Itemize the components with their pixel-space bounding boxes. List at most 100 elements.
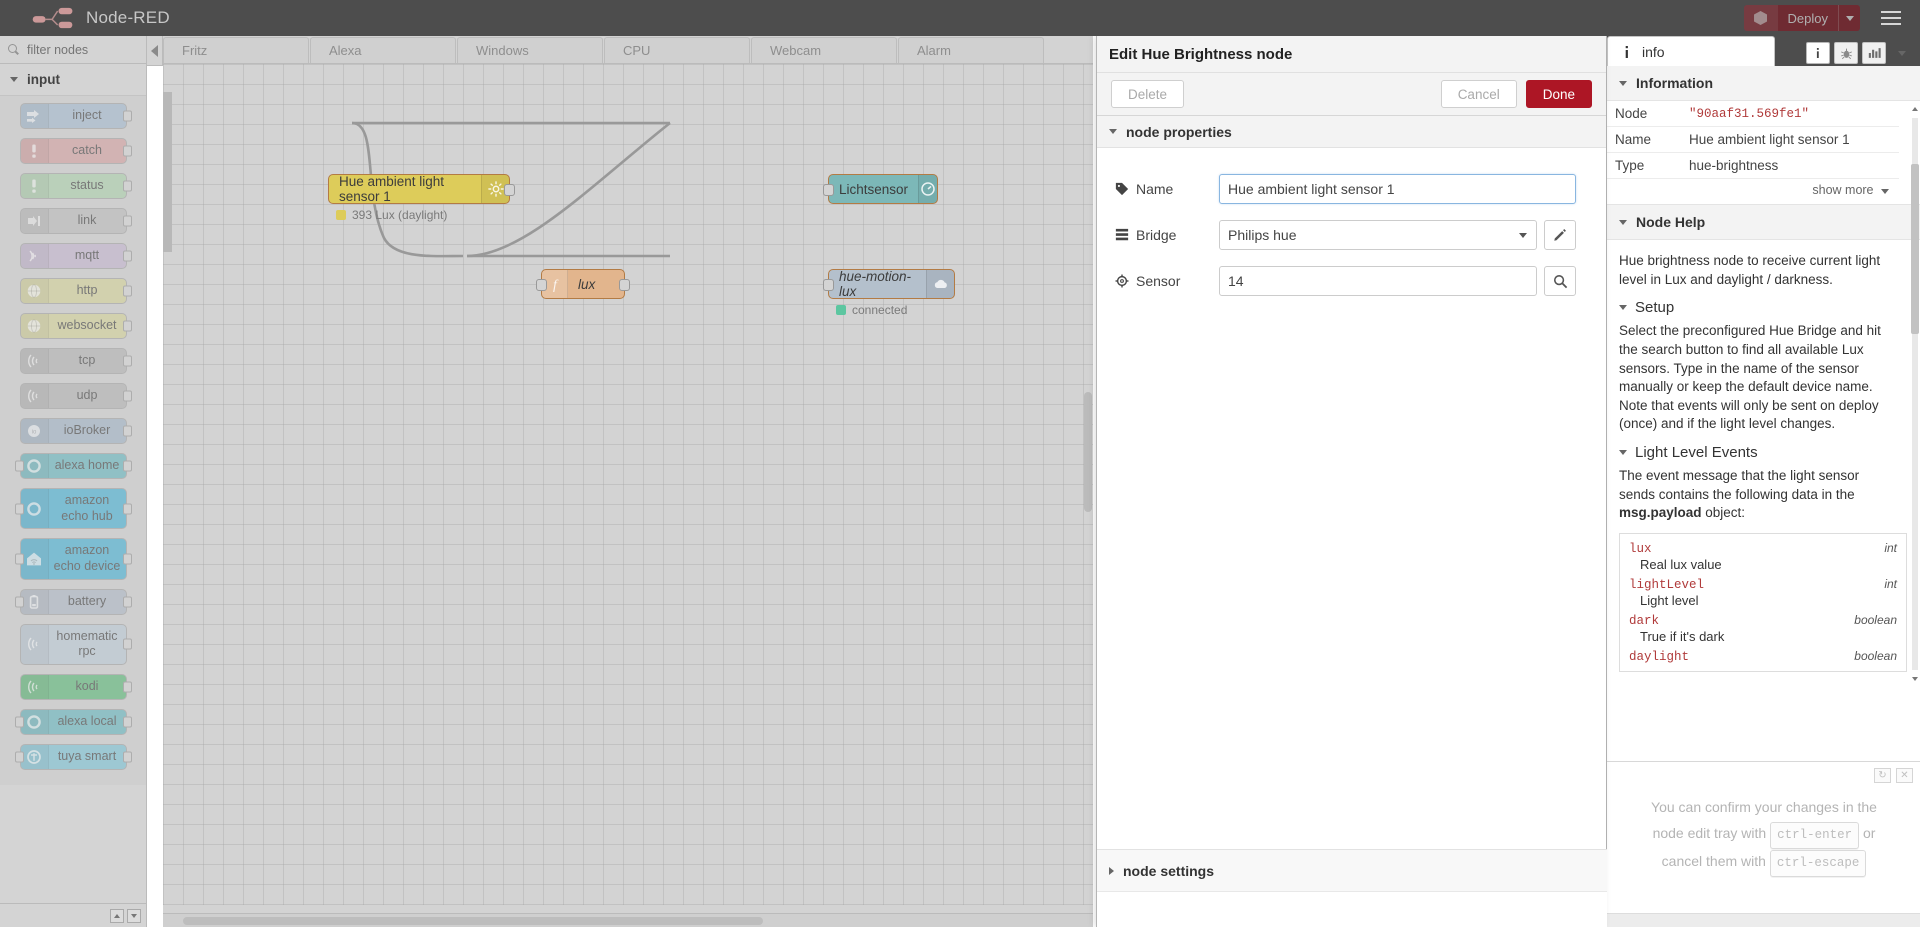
search-sensor-button[interactable]: [1544, 266, 1576, 296]
palette-node-battery[interactable]: battery: [14, 588, 132, 615]
logo-area: Node-RED: [0, 6, 170, 30]
flow-wires: [351, 121, 671, 258]
flow-node-lichtsensor[interactable]: Lichtsensor: [823, 174, 938, 204]
flow-node-hue-ambient[interactable]: Hue ambient light sensor 1: [328, 174, 515, 204]
tray-toolbar: Delete Cancel Done: [1097, 72, 1606, 116]
dashboard-tab-button[interactable]: [1862, 42, 1886, 64]
flow-node-label: Lichtsensor: [839, 181, 909, 197]
cancel-button[interactable]: Cancel: [1440, 80, 1517, 108]
flow-canvas[interactable]: Hue ambient light sensor 1 393 Lux (dayli…: [163, 64, 1093, 905]
palette-categories: input inject catch status link mqtt http webso…: [0, 64, 146, 899]
flow-node-input-port[interactable]: [823, 279, 834, 291]
flow-tab-fritz[interactable]: Fritz: [163, 37, 309, 63]
show-more-link[interactable]: show more: [1607, 179, 1899, 204]
scroll-up-icon[interactable]: [110, 908, 124, 923]
info-icon: [1625, 45, 1628, 58]
palette-category-input-header[interactable]: input: [0, 64, 146, 96]
payload-type: int: [1884, 576, 1897, 591]
bridge-select[interactable]: Philips hue: [1219, 220, 1537, 250]
palette-node-amazon-echo-hub[interactable]: amazon echo hub: [14, 488, 132, 530]
palette-node-websocket[interactable]: websocket: [19, 313, 132, 339]
node-properties-header[interactable]: node properties: [1097, 116, 1606, 148]
flow-tab-alexa[interactable]: Alexa: [310, 37, 456, 63]
palette-node-tcp[interactable]: tcp: [19, 348, 132, 374]
deploy-dropdown-caret-icon[interactable]: [1838, 5, 1860, 31]
palette-node-amazon-echo-device[interactable]: amazon echo device: [14, 538, 132, 580]
alexa-ring-icon: [27, 501, 41, 516]
scroll-up-icon[interactable]: [1911, 104, 1919, 114]
more-tabs-button[interactable]: [1890, 42, 1914, 64]
node-properties-form: Name Bridge Philips hue: [1097, 148, 1606, 296]
palette-node-status[interactable]: status: [19, 173, 132, 199]
link-icon: [28, 216, 40, 226]
palette-node-ioBroker[interactable]: io ioBroker: [19, 418, 132, 444]
scroll-down-icon[interactable]: [127, 908, 141, 923]
palette-node-output-port: [122, 215, 132, 227]
deploy-button[interactable]: Deploy: [1743, 5, 1860, 31]
help-events-text-a: The event message that the light sensor …: [1619, 468, 1860, 502]
delete-button[interactable]: Delete: [1111, 80, 1185, 108]
scroll-down-icon[interactable]: [1911, 674, 1919, 684]
app-header: Node-RED Deploy: [0, 0, 1920, 36]
name-input[interactable]: [1219, 174, 1576, 204]
done-button[interactable]: Done: [1525, 80, 1592, 108]
info-tab-button[interactable]: [1806, 42, 1830, 64]
palette-node-homematic-rpc[interactable]: homematic rpc: [19, 623, 132, 665]
refresh-icon[interactable]: ↻: [1874, 768, 1891, 783]
info-icon: [1816, 48, 1819, 58]
flow-tab-webcam[interactable]: Webcam: [751, 37, 897, 63]
sensor-input[interactable]: [1219, 266, 1537, 296]
flow-tab-alarm[interactable]: Alarm: [898, 37, 1044, 63]
palette-search-bar[interactable]: [0, 36, 146, 64]
flow-tab-windows[interactable]: Windows: [457, 37, 603, 63]
flow-node-output-port[interactable]: [504, 184, 515, 196]
chevron-down-icon: [1619, 450, 1627, 455]
payload-key: daylight: [1629, 649, 1690, 664]
help-setup-header[interactable]: Setup: [1619, 299, 1887, 316]
filter-nodes-input[interactable]: [25, 41, 135, 58]
flow-node-lux[interactable]: f lux: [536, 269, 630, 299]
tab-info[interactable]: info: [1607, 36, 1775, 66]
debug-tab-button[interactable]: [1834, 42, 1858, 64]
tip-line-3: cancel them with ctrl-escape: [1625, 849, 1903, 878]
hamburger-icon[interactable]: [1872, 3, 1910, 33]
node-settings-header[interactable]: node settings: [1097, 849, 1607, 891]
flow-node-output-port[interactable]: [619, 279, 630, 291]
sidebar-scrollbar[interactable]: [1911, 104, 1919, 684]
server-icon: [1115, 228, 1129, 241]
palette-node-label: catch: [72, 143, 102, 158]
palette-node-icon: [21, 174, 49, 198]
help-intro-text: Hue brightness node to receive current l…: [1619, 253, 1881, 287]
flow-tabs: Fritz Alexa Windows CPU Webcam Alarm: [163, 36, 1093, 64]
palette-node-icon: [21, 279, 49, 303]
node-help-section-header[interactable]: Node Help: [1607, 204, 1920, 240]
information-section-header[interactable]: Information: [1607, 66, 1920, 101]
flow-node-input-port[interactable]: [823, 184, 834, 196]
palette-node-tuya-smart[interactable]: tuya smart: [14, 743, 132, 770]
help-events-header[interactable]: Light Level Events: [1619, 444, 1887, 461]
palette-collapse-button[interactable]: [147, 36, 163, 66]
palette-node-link[interactable]: link: [19, 208, 132, 234]
canvas-horizontal-scrollbar[interactable]: [163, 913, 1093, 927]
flow-tab-label: CPU: [623, 43, 651, 58]
palette-node-mqtt[interactable]: mqtt: [19, 243, 132, 269]
signal-icon: [28, 637, 38, 651]
flow-node-icon: [926, 270, 954, 298]
edit-bridge-button[interactable]: [1544, 220, 1576, 250]
palette-node-udp[interactable]: udp: [19, 383, 132, 409]
palette-node-inject[interactable]: inject: [19, 103, 132, 129]
palette-node-catch[interactable]: catch: [19, 138, 132, 164]
flow-node-input-port[interactable]: [536, 279, 547, 291]
alert-icon: [32, 179, 36, 193]
flow-tab-cpu[interactable]: CPU: [604, 37, 750, 63]
close-icon[interactable]: ✕: [1896, 768, 1913, 783]
kbd-ctrl-enter: ctrl-enter: [1770, 821, 1860, 850]
palette-node-alexa-home[interactable]: alexa home: [14, 453, 132, 479]
canvas-vertical-scrollbar[interactable]: [1083, 92, 1093, 852]
signal-icon: [28, 354, 38, 368]
palette-node-http[interactable]: http: [19, 278, 132, 304]
palette-node-kodi[interactable]: kodi: [19, 673, 132, 700]
palette-node-alexa-local[interactable]: alexa local: [14, 708, 132, 735]
battery-icon: [29, 594, 39, 609]
flow-node-hue-motion-lux[interactable]: hue-motion-lux: [823, 269, 955, 299]
